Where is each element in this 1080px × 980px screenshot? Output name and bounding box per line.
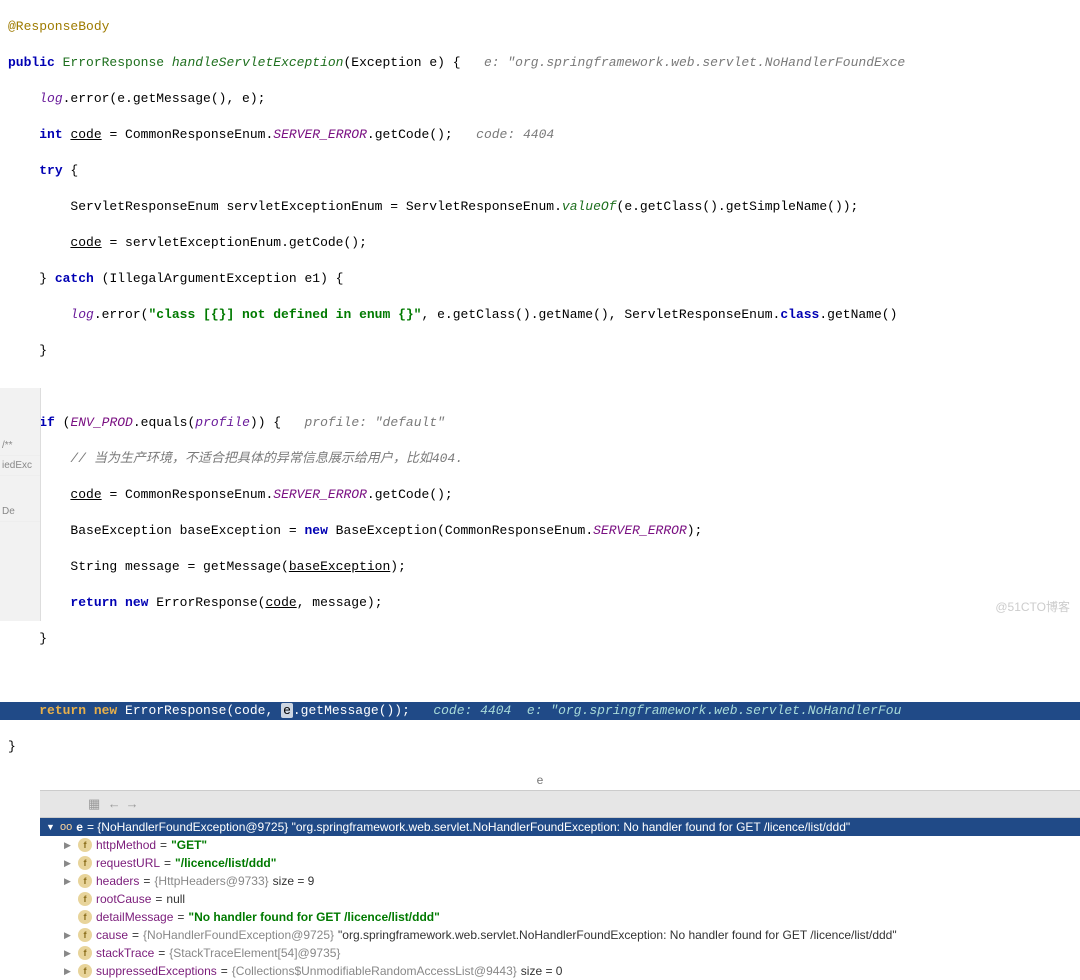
variable-name: rootCause bbox=[96, 892, 151, 906]
variables-panel[interactable]: ▼ oo e = {NoHandlerFoundException@9725} … bbox=[40, 818, 1080, 980]
watch-icon: oo bbox=[60, 821, 72, 833]
expression-label: e bbox=[0, 774, 1080, 790]
inline-hint: e: "org.springframework.web.servlet.NoHa… bbox=[484, 55, 905, 70]
field-icon: f bbox=[78, 838, 92, 852]
chevron-right-icon[interactable]: ▶ bbox=[64, 840, 74, 851]
variable-row[interactable]: ▶f headers = {HttpHeaders@9733} size = 9 bbox=[40, 872, 1080, 890]
code-editor[interactable]: @ResponseBody public ErrorResponse handl… bbox=[0, 0, 1080, 774]
variable-row[interactable]: ▶f stackTrace = {StackTraceElement[54]@9… bbox=[40, 944, 1080, 962]
variable-name: cause bbox=[96, 928, 128, 942]
variable-name: requestURL bbox=[96, 856, 160, 870]
variable-name: httpMethod bbox=[96, 838, 156, 852]
variable-name: detailMessage bbox=[96, 910, 173, 924]
field-icon: f bbox=[78, 910, 92, 924]
variable-row[interactable]: f rootCause = null bbox=[40, 890, 1080, 908]
forward-icon[interactable]: → bbox=[128, 797, 136, 812]
field-icon: f bbox=[78, 874, 92, 888]
variable-row[interactable]: ▶f httpMethod = "GET" bbox=[40, 836, 1080, 854]
field-icon: f bbox=[78, 964, 92, 978]
variable-name: suppressedExceptions bbox=[96, 964, 217, 978]
editor-gutter: /** iedExc De bbox=[0, 388, 41, 621]
execution-line: return new ErrorResponse(code, e.getMess… bbox=[0, 702, 1080, 720]
field-icon: f bbox=[78, 856, 92, 870]
back-icon[interactable]: ← bbox=[110, 797, 118, 812]
annotation: @ResponseBody bbox=[8, 19, 109, 34]
variable-row[interactable]: ▶f requestURL = "/licence/list/ddd" bbox=[40, 854, 1080, 872]
chevron-right-icon[interactable]: ▶ bbox=[64, 858, 74, 869]
chevron-right-icon[interactable]: ▶ bbox=[64, 966, 74, 977]
variable-name: stackTrace bbox=[96, 946, 154, 960]
variable-row[interactable]: f detailMessage = "No handler found for … bbox=[40, 908, 1080, 926]
chevron-right-icon[interactable]: ▶ bbox=[64, 876, 74, 887]
chevron-right-icon[interactable]: ▶ bbox=[64, 948, 74, 959]
field-icon: f bbox=[78, 892, 92, 906]
field-icon: f bbox=[78, 928, 92, 942]
kw-public: public bbox=[8, 55, 55, 70]
watermark: @51CTO博客 bbox=[995, 598, 1070, 615]
variable-row[interactable]: ▶f cause = {NoHandlerFoundException@9725… bbox=[40, 926, 1080, 944]
variable-root[interactable]: ▼ oo e = {NoHandlerFoundException@9725} … bbox=[40, 818, 1080, 836]
folder-icon[interactable]: ▦ bbox=[88, 797, 100, 812]
debug-toolbar: ▦ ← → bbox=[40, 790, 1080, 818]
variable-row[interactable]: ▶f suppressedExceptions = {Collections$U… bbox=[40, 962, 1080, 980]
chevron-down-icon[interactable]: ▼ bbox=[46, 822, 56, 832]
field-icon: f bbox=[78, 946, 92, 960]
variable-name: headers bbox=[96, 874, 139, 888]
chevron-right-icon[interactable]: ▶ bbox=[64, 930, 74, 941]
